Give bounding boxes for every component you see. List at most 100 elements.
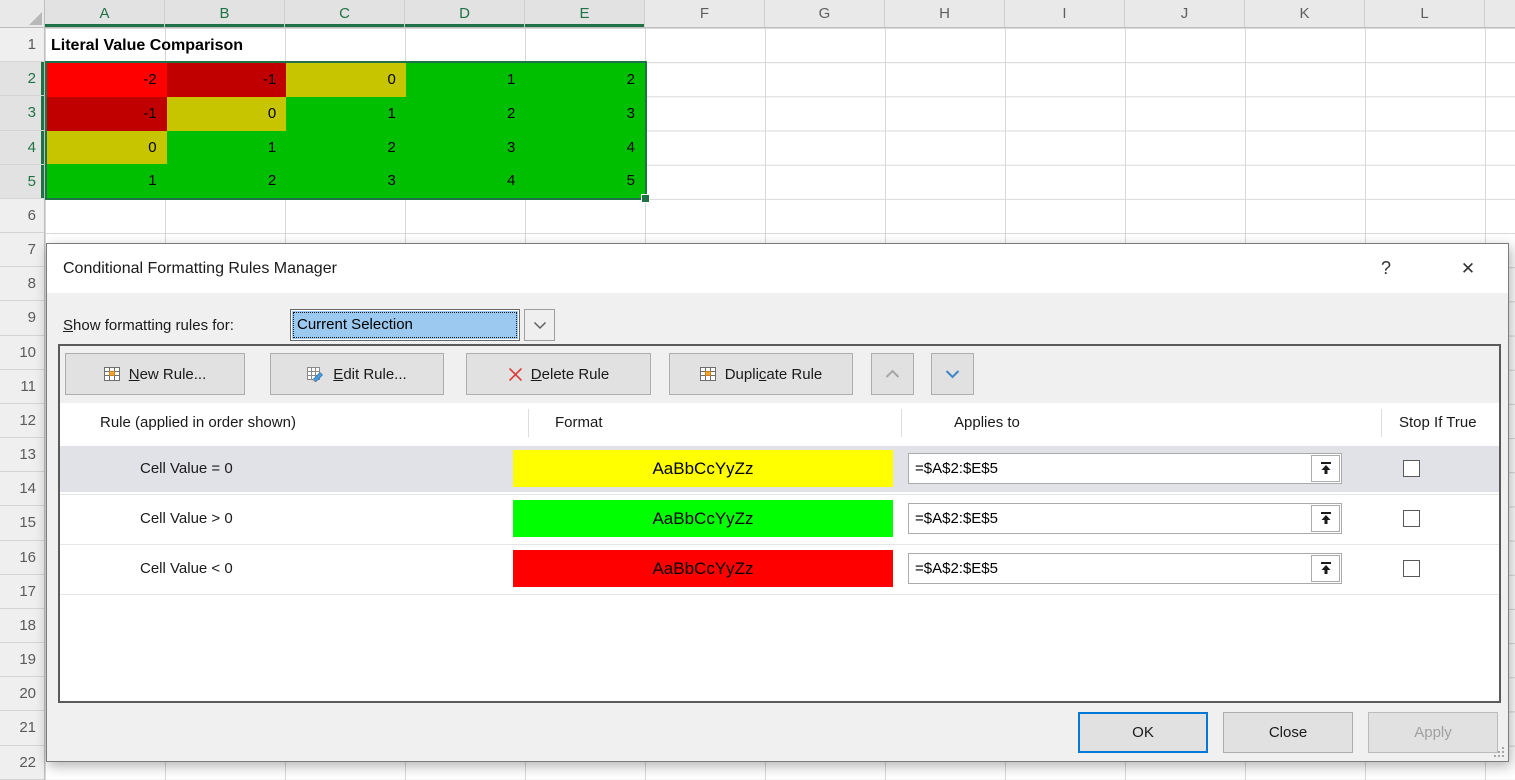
collapse-dialog-button[interactable]	[1311, 455, 1340, 482]
column-header-B[interactable]: B	[165, 0, 285, 27]
dialog-title: Conditional Formatting Rules Manager	[63, 244, 337, 293]
column-header-A[interactable]: A	[45, 0, 165, 27]
column-header-C[interactable]: C	[285, 0, 405, 27]
cell-B2[interactable]: -1	[167, 63, 287, 97]
edit-rule-button[interactable]: Edit Rule...	[270, 353, 444, 395]
new-rule-button[interactable]: New Rule...	[65, 353, 245, 395]
select-all-icon	[29, 12, 42, 25]
column-header-L[interactable]: L	[1365, 0, 1485, 27]
edit-rule-label: Edit Rule...	[333, 366, 406, 383]
row-headers: 12345678910111213141516171819202122	[0, 28, 45, 780]
row-header-12[interactable]: 12	[0, 404, 44, 438]
rules-toolbar: New Rule... Edit Rule... Delete Rule Duplic…	[60, 346, 1499, 404]
applies-to-input[interactable]	[909, 504, 1315, 533]
row-divider	[60, 544, 1499, 545]
applies-to-input[interactable]	[909, 454, 1315, 483]
rule-row[interactable]: Cell Value = 0 AaBbCcYyZz	[60, 446, 1499, 492]
scope-dropdown-open-button[interactable]	[524, 309, 555, 341]
column-header-H[interactable]: H	[885, 0, 1005, 27]
applies-to-input[interactable]	[909, 554, 1315, 583]
column-header-G[interactable]: G	[765, 0, 885, 27]
row-header-6[interactable]: 6	[0, 199, 44, 233]
ok-button[interactable]: OK	[1078, 712, 1208, 753]
help-icon[interactable]: ?	[1375, 244, 1397, 293]
row-header-15[interactable]: 15	[0, 506, 44, 540]
cell-D3[interactable]: 2	[406, 97, 526, 131]
stop-if-true-column-header: Stop If True	[1399, 403, 1477, 443]
stop-if-true-checkbox[interactable]	[1403, 510, 1420, 527]
select-all-corner[interactable]	[0, 0, 45, 28]
cell-B4[interactable]: 1	[167, 131, 287, 165]
column-header-D[interactable]: D	[405, 0, 525, 27]
cell-E5[interactable]: 5	[525, 164, 645, 198]
row-header-1[interactable]: 1	[0, 28, 44, 62]
stop-if-true-checkbox[interactable]	[1403, 560, 1420, 577]
row-header-19[interactable]: 19	[0, 643, 44, 677]
cell-D4[interactable]: 3	[406, 131, 526, 165]
column-header-I[interactable]: I	[1005, 0, 1125, 27]
row-header-4[interactable]: 4	[0, 131, 44, 165]
stop-if-true-checkbox[interactable]	[1403, 460, 1420, 477]
cell-E3[interactable]: 3	[525, 97, 645, 131]
row-header-13[interactable]: 13	[0, 438, 44, 472]
column-header-E[interactable]: E	[525, 0, 645, 27]
row-header-16[interactable]: 16	[0, 541, 44, 575]
move-rule-up-button[interactable]	[871, 353, 914, 395]
close-icon[interactable]: ✕	[1456, 244, 1480, 293]
cell-D2[interactable]: 1	[406, 63, 526, 97]
cell-A3[interactable]: -1	[47, 97, 167, 131]
rule-row[interactable]: Cell Value > 0AaBbCcYyZz	[60, 496, 1499, 542]
row-header-21[interactable]: 21	[0, 711, 44, 745]
collapse-dialog-icon	[1318, 561, 1334, 576]
cell-E4[interactable]: 4	[525, 131, 645, 165]
rule-column-header: Rule (applied in order shown)	[100, 403, 296, 443]
row-header-17[interactable]: 17	[0, 575, 44, 609]
row-header-5[interactable]: 5	[0, 165, 44, 199]
row-header-14[interactable]: 14	[0, 472, 44, 506]
delete-rule-button[interactable]: Delete Rule	[466, 353, 651, 395]
cell-A2[interactable]: -2	[47, 63, 167, 97]
duplicate-rule-label: Duplicate Rule	[725, 366, 823, 383]
format-preview: AaBbCcYyZz	[513, 450, 893, 487]
cell-A1[interactable]: Literal Value Comparison	[51, 28, 243, 62]
close-button[interactable]: Close	[1223, 712, 1353, 753]
rule-description: Cell Value = 0	[140, 446, 233, 492]
resize-grip[interactable]	[1493, 746, 1505, 758]
collapse-dialog-button[interactable]	[1311, 505, 1340, 532]
row-header-7[interactable]: 7	[0, 233, 44, 267]
cell-A5[interactable]: 1	[47, 164, 167, 198]
table-grid-icon	[700, 366, 717, 382]
cell-C2[interactable]: 0	[286, 63, 406, 97]
cell-B3[interactable]: 0	[167, 97, 287, 131]
row-header-10[interactable]: 10	[0, 336, 44, 370]
cell-C4[interactable]: 2	[286, 131, 406, 165]
row-header-9[interactable]: 9	[0, 301, 44, 335]
move-rule-down-button[interactable]	[931, 353, 974, 395]
scope-dropdown-value: Current Selection	[291, 310, 519, 333]
duplicate-rule-button[interactable]: Duplicate Rule	[669, 353, 853, 395]
row-divider	[60, 494, 1499, 495]
row-header-8[interactable]: 8	[0, 267, 44, 301]
collapse-dialog-button[interactable]	[1311, 555, 1340, 582]
rule-description: Cell Value < 0	[140, 546, 233, 592]
cell-A4[interactable]: 0	[47, 131, 167, 165]
scope-dropdown[interactable]: Current Selection	[290, 309, 520, 341]
row-header-20[interactable]: 20	[0, 677, 44, 711]
fill-handle[interactable]	[641, 194, 650, 203]
cell-C3[interactable]: 1	[286, 97, 406, 131]
cell-B5[interactable]: 2	[167, 164, 287, 198]
column-header-F[interactable]: F	[645, 0, 765, 27]
cell-C5[interactable]: 3	[286, 164, 406, 198]
row-header-18[interactable]: 18	[0, 609, 44, 643]
format-preview: AaBbCcYyZz	[513, 500, 893, 537]
row-header-22[interactable]: 22	[0, 746, 44, 780]
row-header-11[interactable]: 11	[0, 370, 44, 404]
row-header-2[interactable]: 2	[0, 62, 44, 96]
column-header-K[interactable]: K	[1245, 0, 1365, 27]
cell-D5[interactable]: 4	[406, 164, 526, 198]
column-header-J[interactable]: J	[1125, 0, 1245, 27]
column-headers: ABCDEFGHIJKL	[45, 0, 1515, 28]
rule-row[interactable]: Cell Value < 0AaBbCcYyZz	[60, 546, 1499, 592]
cell-E2[interactable]: 2	[525, 63, 645, 97]
row-header-3[interactable]: 3	[0, 96, 44, 130]
